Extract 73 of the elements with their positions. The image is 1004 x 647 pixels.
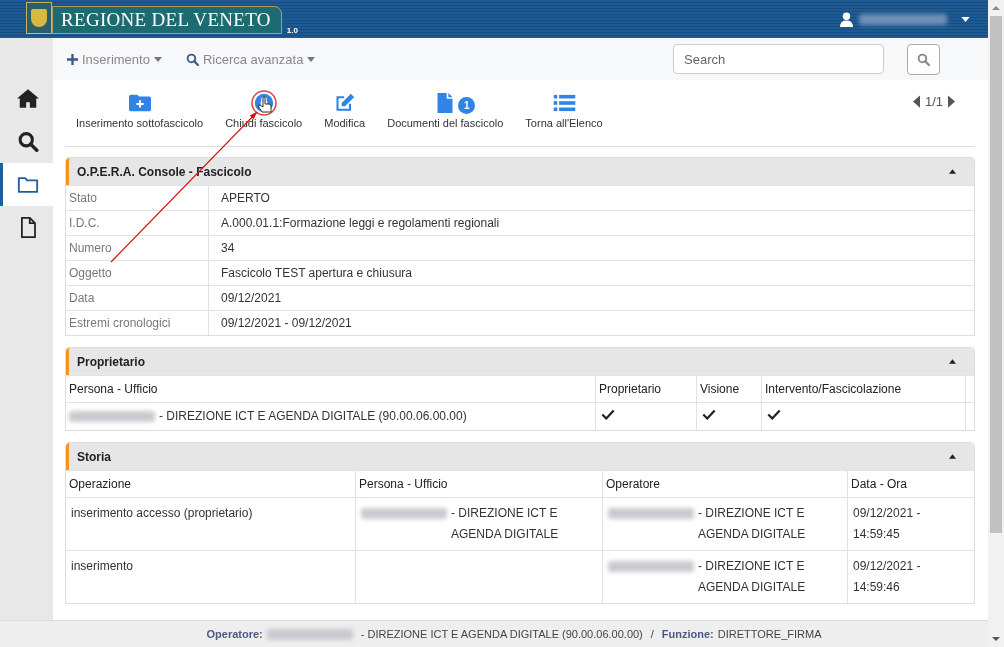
field-value: 09/12/2021 - 09/12/2021 xyxy=(209,310,974,335)
field-value: 34 xyxy=(209,235,974,260)
panel-header[interactable]: Proprietario xyxy=(66,348,974,375)
search-icon xyxy=(917,52,930,66)
field-label: Stato xyxy=(66,185,209,210)
collapse-icon[interactable] xyxy=(949,454,956,459)
edit-icon xyxy=(333,93,356,113)
column-header: Data - Ora xyxy=(848,470,974,497)
panel-header[interactable]: Storia xyxy=(66,443,974,470)
column-header: Persona - Ufficio xyxy=(66,375,596,402)
page-counter: 1/1 xyxy=(924,94,943,109)
previous-icon[interactable] xyxy=(912,95,920,108)
cell-text: - DIREZIONE ICT E AGENDA DIGITALE xyxy=(451,505,560,543)
column-header: Proprietario xyxy=(596,375,697,402)
logo-text: REGIONE DEL VENETO xyxy=(52,6,282,34)
cell-text: - DIREZIONE ICT E AGENDA DIGITALE xyxy=(698,505,807,543)
panel-title: O.P.E.R.A. Console - Fascicolo xyxy=(77,164,253,179)
caret-icon xyxy=(961,16,970,22)
function-label: Funzione: xyxy=(661,628,714,640)
field-label: Numero xyxy=(66,235,209,260)
search-icon xyxy=(185,52,199,66)
field-label: I.D.C. xyxy=(66,210,209,235)
toolbar-button[interactable]: Inserimento sottofascicolo xyxy=(76,92,204,129)
field-value: APERTO xyxy=(209,185,974,210)
function-text: DIRETTORE_FIRMA xyxy=(717,628,822,640)
column-header: Operazione xyxy=(66,470,356,497)
crest-icon xyxy=(26,2,52,34)
user-icon xyxy=(840,11,853,27)
field-value: 09/12/2021 xyxy=(209,285,974,310)
search-field[interactable]: Search xyxy=(673,44,884,74)
collapse-icon[interactable] xyxy=(949,169,956,174)
collapse-icon[interactable] xyxy=(949,359,956,364)
hand-cursor-icon xyxy=(257,96,272,113)
folder-icon xyxy=(17,174,39,195)
field-label: Estremi cronologici xyxy=(66,310,209,335)
column-header: Visione xyxy=(697,375,762,402)
column-header: Operatore xyxy=(603,470,848,497)
sidebar-item[interactable] xyxy=(0,163,53,206)
caret-icon xyxy=(153,56,162,62)
search-button[interactable] xyxy=(907,43,940,75)
plus-icon xyxy=(67,53,78,65)
toolbar-button[interactable]: Torna all'Elenco xyxy=(525,92,603,129)
home-icon xyxy=(17,88,39,109)
scrollbar[interactable] xyxy=(988,0,1004,647)
field-value: Fascicolo TEST apertura e chiusura xyxy=(209,260,974,285)
operator-label: Operatore: xyxy=(206,628,263,640)
folder-plus-icon xyxy=(128,93,151,113)
caret-icon xyxy=(307,56,316,62)
field-label: Oggetto xyxy=(66,260,209,285)
panel-title: Proprietario xyxy=(77,354,146,369)
toolbar-button[interactable]: 1 Documenti del fascicolo xyxy=(387,92,504,129)
cell-text: - DIREZIONE ICT E AGENDA DIGITALE xyxy=(698,558,807,596)
cell-text: 09/12/2021 - 14:59:45 xyxy=(853,506,921,541)
user-menu[interactable] xyxy=(840,11,970,27)
document-icon xyxy=(437,93,454,113)
cell-text: - DIREZIONE ICT E AGENDA DIGITALE (90.00.06.00.00) xyxy=(159,409,467,423)
version-text: 1.0 xyxy=(286,26,298,35)
toolbar-button[interactable]: Modifica xyxy=(324,92,366,129)
column-header: Persona - Ufficio xyxy=(356,470,603,497)
cell-text: inserimento accesso (proprietario) xyxy=(71,506,253,520)
panel-title: Storia xyxy=(77,449,112,464)
column-header: Intervento/Fascicolazione xyxy=(762,375,966,402)
field-value: A.000.01.1:Formazione leggi e regolamenti regionali xyxy=(209,210,974,235)
cell-text: 09/12/2021 - 14:59:46 xyxy=(853,559,921,594)
count-badge: 1 xyxy=(458,97,476,114)
next-icon[interactable] xyxy=(948,95,955,108)
operator-text: - DIREZIONE ICT E AGENDA DIGITALE (90.00.06.00.00) xyxy=(360,628,643,640)
separator-text: / xyxy=(650,628,654,640)
panel-header[interactable]: O.P.E.R.A. Console - Fascicolo xyxy=(66,158,974,185)
list-icon xyxy=(552,94,576,112)
field-label: Data xyxy=(66,285,209,310)
cell-text: inserimento xyxy=(71,559,134,573)
search-icon xyxy=(17,131,39,152)
